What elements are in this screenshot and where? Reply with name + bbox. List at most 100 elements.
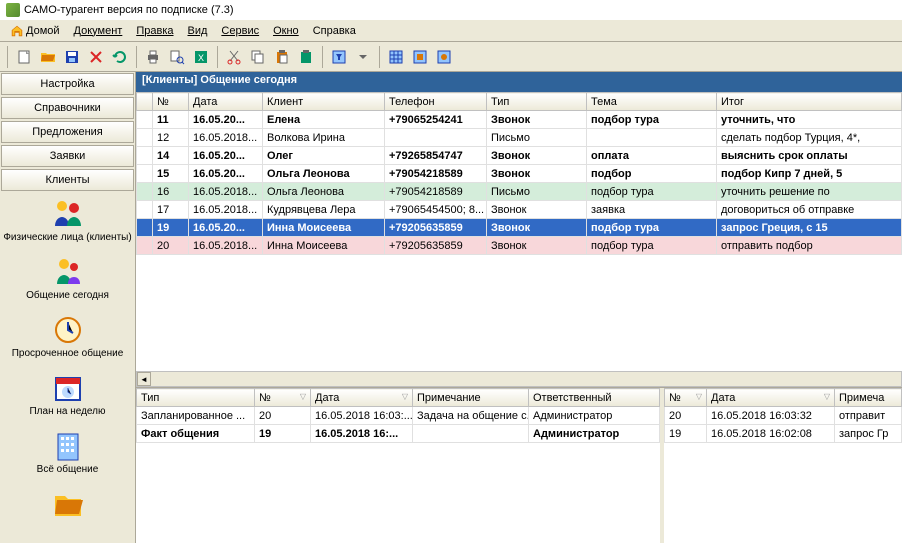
- sidebar: Настройка Справочники Предложения Заявки…: [0, 72, 136, 543]
- tb-copy[interactable]: [247, 46, 269, 68]
- tb-refresh[interactable]: [109, 46, 131, 68]
- tb-new[interactable]: [13, 46, 35, 68]
- home-icon: [10, 24, 24, 38]
- nav-folder[interactable]: [0, 482, 135, 528]
- side-btn-refs[interactable]: Справочники: [1, 97, 134, 119]
- bottom-right: № ▽ Дата ▽ Примеча 2016.05.2018 16:03:32…: [660, 388, 902, 543]
- table-row[interactable]: 1416.05.20...Олег+79265854747Звонокоплат…: [137, 147, 902, 165]
- bottom-left-grid[interactable]: Тип № ▽ Дата ▽ Примечание Ответственный …: [136, 388, 660, 443]
- br-col-note[interactable]: Примеча: [835, 389, 902, 407]
- scroll-left-icon[interactable]: ◄: [137, 372, 151, 386]
- nav-overdue[interactable]: Просроченное общение: [0, 308, 135, 366]
- save-icon: [64, 49, 80, 65]
- table-row[interactable]: 1116.05.20...Елена+79065254241Звонокподб…: [137, 111, 902, 129]
- tb-excel[interactable]: X: [190, 46, 212, 68]
- bl-col-date[interactable]: Дата ▽: [311, 389, 413, 407]
- table-row[interactable]: 1716.05.2018...Кудрявцева Лера+790654545…: [137, 201, 902, 219]
- bl-col-resp[interactable]: Ответственный: [529, 389, 660, 407]
- tb-grid1[interactable]: [385, 46, 407, 68]
- tb-grid3[interactable]: [433, 46, 455, 68]
- col-client[interactable]: Клиент: [263, 93, 385, 111]
- tb-cut[interactable]: [223, 46, 245, 68]
- col-phone[interactable]: Телефон: [385, 93, 487, 111]
- tb-save[interactable]: [61, 46, 83, 68]
- tb-paste[interactable]: [271, 46, 293, 68]
- side-btn-settings[interactable]: Настройка: [1, 73, 134, 95]
- document-icon: [16, 49, 32, 65]
- menu-document[interactable]: Документ: [68, 23, 129, 39]
- tb-filter[interactable]: [328, 46, 350, 68]
- tb-open[interactable]: [37, 46, 59, 68]
- col-date[interactable]: Дата: [189, 93, 263, 111]
- menu-help[interactable]: Справка: [307, 23, 362, 39]
- window-title: САМО-турагент версия по подписке (7.3): [24, 4, 234, 16]
- calendar-icon: [52, 372, 84, 404]
- menu-service[interactable]: Сервис: [215, 23, 265, 39]
- table-row[interactable]: Запланированное ...2016.05.2018 16:03:..…: [137, 407, 660, 425]
- tb-grid2[interactable]: [409, 46, 431, 68]
- col-blank[interactable]: [137, 93, 153, 111]
- bottom-split: Тип № ▽ Дата ▽ Примечание Ответственный …: [136, 387, 902, 543]
- people-icon: [52, 198, 84, 230]
- main-grid-wrap: № Дата Клиент Телефон Тип Тема Итог 1116…: [136, 92, 902, 371]
- delete-icon: [88, 49, 104, 65]
- side-nav: Физические лица (клиенты) Общение сегодн…: [0, 192, 135, 543]
- svg-text:X: X: [198, 53, 204, 63]
- table-row[interactable]: 1616.05.2018...Ольга Леонова+79054218589…: [137, 183, 902, 201]
- table-row[interactable]: 1916.05.20...Инна Моисеева+79205635859Зв…: [137, 219, 902, 237]
- col-result[interactable]: Итог: [717, 93, 902, 111]
- print-icon: [145, 49, 161, 65]
- main-grid[interactable]: № Дата Клиент Телефон Тип Тема Итог 1116…: [136, 92, 902, 255]
- tb-delete[interactable]: [85, 46, 107, 68]
- titlebar: САМО-турагент версия по подписке (7.3): [0, 0, 902, 20]
- building-icon: [52, 430, 84, 462]
- tb-preview[interactable]: [166, 46, 188, 68]
- menu-edit[interactable]: Правка: [130, 23, 179, 39]
- nav-all[interactable]: Всё общение: [0, 424, 135, 482]
- cut-icon: [226, 49, 242, 65]
- tb-paste-special[interactable]: [295, 46, 317, 68]
- tb-print[interactable]: [142, 46, 164, 68]
- app-icon: [6, 3, 20, 17]
- table-row[interactable]: 1916.05.2018 16:02:08запрос Гр: [665, 425, 902, 443]
- table-row[interactable]: 2016.05.2018 16:03:32отправит: [665, 407, 902, 425]
- bottom-right-grid[interactable]: № ▽ Дата ▽ Примеча 2016.05.2018 16:03:32…: [664, 388, 902, 443]
- toolbar: X: [0, 42, 902, 72]
- col-num[interactable]: №: [153, 93, 189, 111]
- refresh-icon: [112, 49, 128, 65]
- br-col-num[interactable]: № ▽: [665, 389, 707, 407]
- bl-col-note[interactable]: Примечание: [413, 389, 529, 407]
- tb-dropdown[interactable]: [352, 46, 374, 68]
- col-topic[interactable]: Тема: [587, 93, 717, 111]
- folder-large-icon: [52, 488, 84, 520]
- tab-header: [Клиенты] Общение сегодня: [136, 72, 902, 92]
- bl-col-type[interactable]: Тип: [137, 389, 255, 407]
- bl-col-num[interactable]: № ▽: [255, 389, 311, 407]
- side-btn-offers[interactable]: Предложения: [1, 121, 134, 143]
- menubar: Домой Документ Правка Вид Сервис Окно Сп…: [0, 20, 902, 42]
- excel-icon: X: [193, 49, 209, 65]
- col-type[interactable]: Тип: [487, 93, 587, 111]
- grid-header-row: № Дата Клиент Телефон Тип Тема Итог: [137, 93, 902, 111]
- side-btn-requests[interactable]: Заявки: [1, 145, 134, 167]
- table-row[interactable]: 2016.05.2018...Инна Моисеева+79205635859…: [137, 237, 902, 255]
- copy-icon: [250, 49, 266, 65]
- table-row[interactable]: 1516.05.20...Ольга Леонова+79054218589Зв…: [137, 165, 902, 183]
- grid3-icon: [436, 49, 452, 65]
- nav-today[interactable]: Общение сегодня: [0, 250, 135, 308]
- hscroll[interactable]: ◄: [136, 371, 902, 387]
- folder-icon: [40, 49, 56, 65]
- menu-view[interactable]: Вид: [182, 23, 214, 39]
- nav-clients[interactable]: Физические лица (клиенты): [0, 192, 135, 250]
- side-btn-clients[interactable]: Клиенты: [1, 169, 134, 191]
- menu-window[interactable]: Окно: [267, 23, 305, 39]
- table-row[interactable]: Факт общения1916.05.2018 16:...Администр…: [137, 425, 660, 443]
- dropdown-icon: [355, 49, 371, 65]
- table-row[interactable]: 1216.05.2018...Волкова ИринаПисьмосделат…: [137, 129, 902, 147]
- preview-icon: [169, 49, 185, 65]
- br-col-date[interactable]: Дата ▽: [707, 389, 835, 407]
- nav-week[interactable]: План на неделю: [0, 366, 135, 424]
- people-today-icon: [52, 256, 84, 288]
- paste-icon: [274, 49, 290, 65]
- menu-home[interactable]: Домой: [4, 22, 66, 40]
